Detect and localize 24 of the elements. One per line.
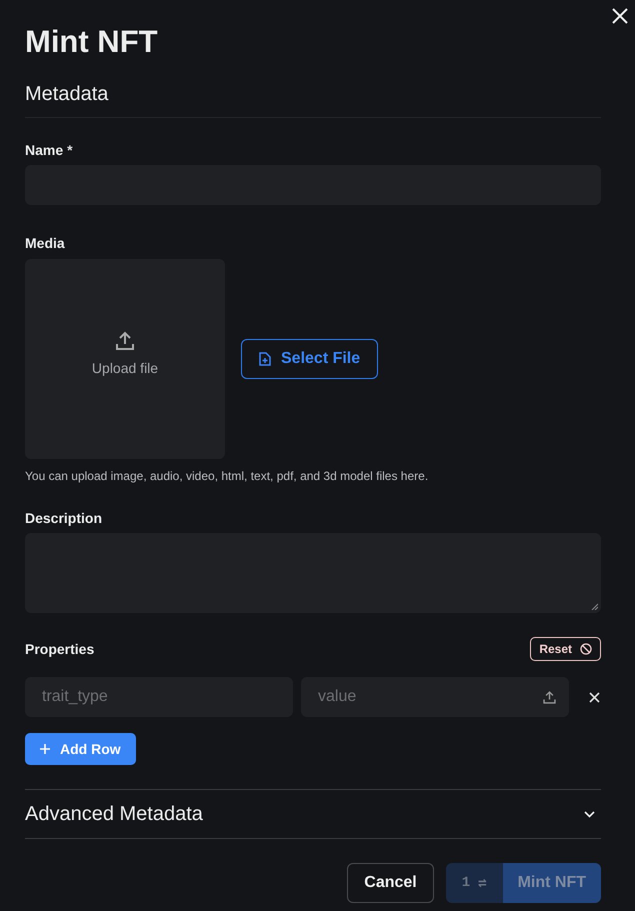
field-label: Name xyxy=(25,142,64,158)
advanced-metadata-header[interactable]: Advanced Metadata xyxy=(25,789,601,839)
value-field[interactable]: value xyxy=(301,677,569,717)
remove-row-icon[interactable] xyxy=(589,692,600,702)
field-label: Description xyxy=(25,510,104,526)
dialog-title: Mint NFT xyxy=(25,23,159,58)
plus-icon xyxy=(40,744,50,754)
required-mark: * xyxy=(67,142,73,158)
field-label: Properties xyxy=(25,641,94,657)
upload-dropzone[interactable]: Upload file xyxy=(25,259,225,459)
ban-icon xyxy=(580,643,592,655)
close-icon[interactable] xyxy=(611,7,629,25)
chevron-down-icon[interactable] xyxy=(584,810,595,818)
trait-type-field[interactable]: trait_type xyxy=(25,677,293,717)
section-title: Metadata xyxy=(25,82,601,118)
add-row-button[interactable]: Add Row xyxy=(25,733,136,765)
resize-grip-icon[interactable] xyxy=(591,603,598,610)
upload-hint: You can upload image, audio, video, html, text, pdf, and 3d model files here. xyxy=(25,469,430,483)
file-plus-icon xyxy=(259,352,271,366)
upload-icon[interactable] xyxy=(542,690,557,704)
reset-button[interactable]: Reset xyxy=(530,637,601,661)
field-label: Media xyxy=(25,235,66,251)
upload-icon xyxy=(114,330,136,352)
select-file-button[interactable]: Select File xyxy=(241,339,378,379)
